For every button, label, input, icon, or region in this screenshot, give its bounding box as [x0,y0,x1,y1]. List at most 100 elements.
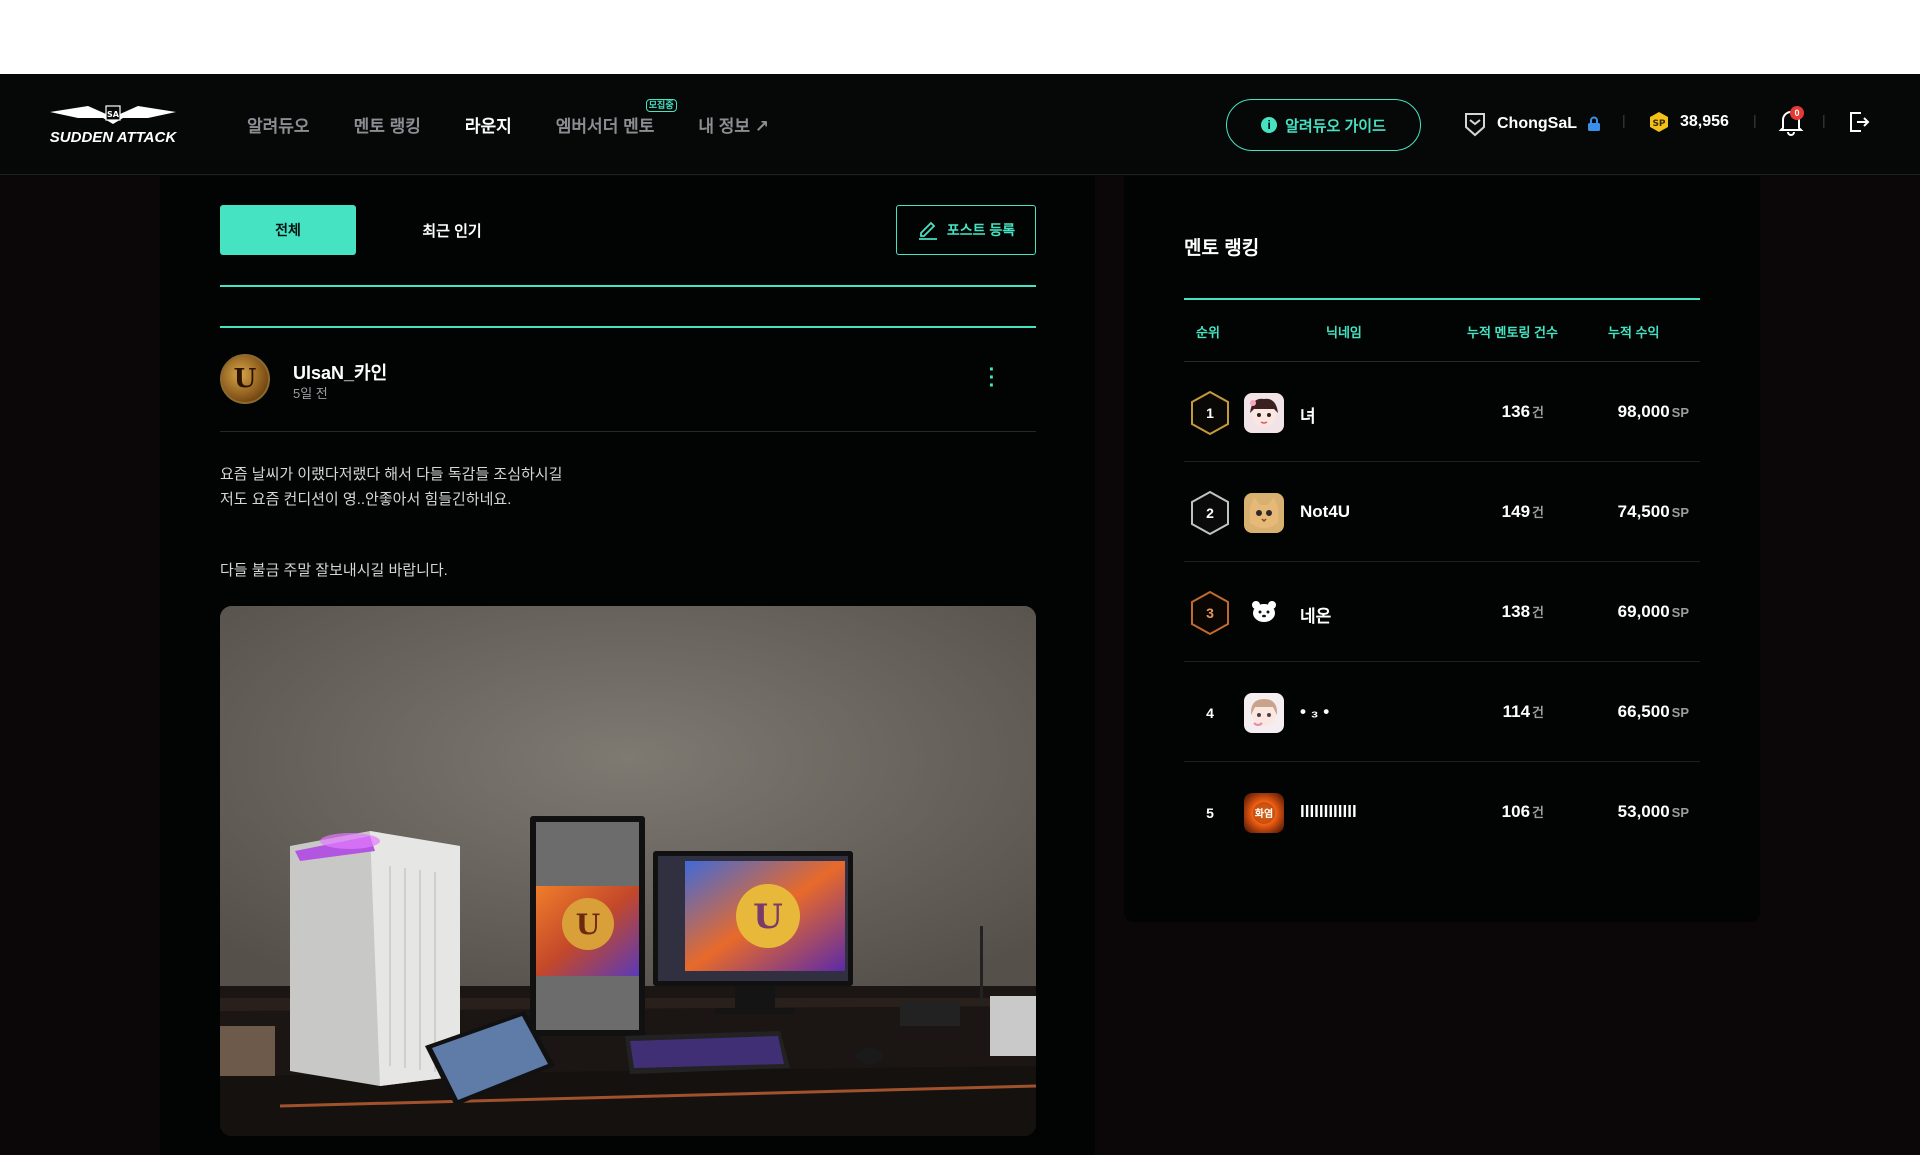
post-image[interactable]: U U [220,606,1036,1136]
logout-icon[interactable] [1847,110,1871,134]
avatar-girl-icon [1250,398,1278,427]
mentor-name: 녀 [1300,407,1316,426]
create-post-button[interactable]: 포스트 등록 [896,205,1036,255]
count-value: 149 [1501,502,1531,521]
earnings-value: 69,000 [1617,602,1670,621]
sudden-attack-logo[interactable]: SA SUDDEN ATTACK [48,102,178,148]
earnings: 69,000 SP [1564,602,1689,622]
mentoring-count: 136 건 [1444,402,1544,422]
count-unit: 건 [1532,605,1544,620]
mentor-ranking-panel: 멘토 랭킹 순위 닉네임 누적 멘토링 건수 누적 수익 1 녀 136 건 98… [1124,176,1760,922]
top-blank-strip [0,0,1920,74]
tab-recent-popular[interactable]: 최근 인기 [392,205,512,255]
ranking-row[interactable]: 2 Not4U 149 건 74,500 SP [1184,462,1700,562]
count-unit: 건 [1532,805,1544,820]
divider [220,285,1036,287]
earnings-value: 66,500 [1617,702,1670,721]
earnings-value: 74,500 [1617,502,1670,521]
mentoring-count: 106 건 [1444,802,1544,822]
lock-icon [1588,116,1600,131]
ranking-row[interactable]: 1 녀 136 건 98,000 SP [1184,362,1700,462]
divider: | [1753,112,1757,128]
rank-number: 3 [1206,605,1214,621]
mentor-name: Not4U [1300,502,1351,521]
avatar-cat-icon [1250,497,1278,528]
divider: | [1822,112,1826,128]
mentoring-count: 138 건 [1444,602,1544,622]
count-unit: 건 [1532,505,1544,520]
nav-item-ambassador[interactable]: 엠버서더 멘토 모집중 [555,99,677,137]
rank-badge: 5 [1189,790,1231,836]
more-options-icon[interactable]: · · · [986,360,998,396]
ranking-row[interactable]: 4 • ₃ • 114 건 66,500 SP [1184,662,1700,762]
ranking-row[interactable]: 5 화염 llllllllllll 106 건 53,000 SP [1184,762,1700,862]
svg-text:SP: SP [1652,119,1665,129]
earnings: 66,500 SP [1564,702,1689,722]
header-count: 누적 멘토링 건수 [1467,325,1558,340]
rank-number: 5 [1206,805,1214,821]
post-line: 다들 불금 주말 잘보내시길 바랍니다. [220,562,448,579]
post-author[interactable]: UlsaN_카인 [293,359,387,385]
earnings-value: 98,000 [1617,402,1670,421]
nav-item-ambassador-label: 엠버서더 멘토 [555,117,655,136]
count-value: 138 [1501,602,1531,621]
avatar [1244,693,1284,733]
rank-number: 4 [1206,705,1214,721]
username: ChongSaL [1497,115,1577,132]
divider: | [1622,112,1626,128]
earnings: 74,500 SP [1564,502,1689,522]
earnings: 53,000 SP [1564,802,1689,822]
nav-item-mentor-ranking[interactable]: 멘토 랭킹 [354,112,421,137]
duo-guide-button[interactable]: i 알려듀오 가이드 [1226,99,1421,151]
mentor-name: • ₃ • [1300,702,1330,721]
divider [1184,298,1700,300]
post-body: 요즘 날씨가 이랬다저랬다 해서 다들 독감들 조심하시길 저도 요즘 컨디션이… [220,462,562,512]
avatar-bear-icon [1252,601,1276,622]
rank-badge: 4 [1189,690,1231,736]
post-time: 5일 전 [293,386,328,401]
svg-text:SA: SA [107,110,120,119]
ranking-title: 멘토 랭킹 [1184,238,1260,259]
nav-item-duo[interactable]: 알려듀오 [247,112,310,137]
header-nickname: 닉네임 [1326,325,1362,340]
nav-item-lounge[interactable]: 라운지 [465,112,512,137]
post-line: 요즘 날씨가 이랬다저랬다 해서 다들 독감들 조심하시길 [220,466,563,483]
header-earnings: 누적 수익 [1608,325,1660,340]
lounge-feed: 전체 최근 인기 포스트 등록 U UlsaN_카인 5일 전 · · · 요즘 날… [160,176,1095,1155]
tab-all[interactable]: 전체 [220,205,356,255]
earnings-value: 53,000 [1617,802,1670,821]
svg-text:U: U [576,908,600,941]
avatar [1244,493,1284,533]
mentor-name: llllllllllll [1300,802,1357,821]
points-balance[interactable]: SP 38,956 [1648,111,1729,133]
earnings-unit: SP [1671,505,1689,520]
rank-badge: 2 [1189,490,1231,536]
count-value: 106 [1501,802,1531,821]
top-navigation: SA SUDDEN ATTACK 알려듀오 멘토 랭킹 라운지 엠버서더 멘토 … [0,74,1920,175]
header-rank: 순위 [1196,325,1220,340]
mentor-name: 네온 [1300,607,1332,626]
count-value: 136 [1501,402,1531,421]
avatar-anime-girl-icon [1250,699,1278,726]
rank-badge: 1 [1189,390,1231,436]
main-menu: 알려듀오 멘토 랭킹 라운지 엠버서더 멘토 모집중 내 정보 ↗ [247,99,813,137]
desk-setup-photo: U U [220,606,1036,1136]
post-line: 저도 요즘 컨디션이 영..안좋아서 힘들긴하네요. [220,491,512,508]
ranking-header: 순위 닉네임 누적 멘토링 건수 누적 수익 [1184,322,1700,346]
avatar [1244,393,1284,433]
user-profile[interactable]: ChongSaL [1463,111,1601,137]
author-avatar[interactable]: U [220,354,270,404]
recruiting-badge: 모집중 [645,99,677,112]
rank-shield-icon [1465,113,1485,137]
mentoring-count: 149 건 [1444,502,1544,522]
pencil-icon [918,221,937,240]
sp-coin-icon: SP [1650,112,1668,132]
points-value: 38,956 [1680,113,1729,130]
nav-item-my-info[interactable]: 내 정보 ↗ [698,112,769,137]
logo-text: SUDDEN ATTACK [50,129,178,146]
count-unit: 건 [1532,405,1544,420]
avatar: 화염 [1244,793,1284,833]
info-icon: i [1261,117,1278,133]
rank-number: 1 [1206,405,1214,421]
ranking-row[interactable]: 3 네온 138 건 69,000 SP [1184,562,1700,662]
